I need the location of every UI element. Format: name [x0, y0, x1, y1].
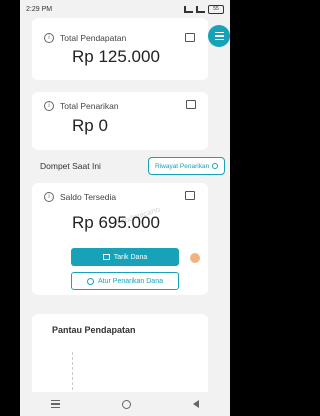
download-icon — [186, 100, 196, 109]
system-nav-bar — [20, 392, 230, 416]
total-penarikan-label-row: i Total Penarikan — [44, 101, 119, 111]
info-icon[interactable]: i — [44, 33, 54, 43]
signal-icon — [184, 5, 193, 13]
tarik-dana-button[interactable]: Tarik Dana — [71, 248, 179, 266]
recent-apps-icon[interactable] — [51, 400, 60, 408]
info-icon[interactable]: i — [44, 101, 54, 111]
history-icon — [212, 163, 219, 169]
cash-icon — [102, 254, 110, 260]
app-screen: 2:29 PM 55 i Total Pendapatan Rp 125.000… — [20, 0, 230, 416]
battery-icon: 55 — [208, 4, 224, 14]
wallet-icon — [185, 33, 195, 42]
gear-icon — [87, 277, 94, 285]
saldo-label: Saldo Tersedia — [60, 192, 117, 202]
riwayat-penarikan-button[interactable]: Riwayat Penarikan — [148, 157, 226, 175]
total-pendapatan-label-row: i Total Pendapatan — [44, 33, 126, 43]
status-icons: 55 — [184, 4, 224, 14]
total-pendapatan-amount: Rp 125.000 — [72, 47, 160, 66]
status-time: 2:29 PM — [26, 5, 53, 13]
tarik-dana-label: Tarik Dana — [113, 253, 148, 261]
floating-edge-handle[interactable] — [190, 253, 200, 263]
riwayat-penarikan-label: Riwayat Penarikan — [155, 162, 210, 170]
status-bar: 2:29 PM 55 — [20, 0, 230, 18]
wifi-icon — [196, 5, 205, 13]
menu-icon-bar — [214, 35, 224, 37]
back-icon[interactable] — [193, 400, 199, 408]
saldo-label-row: i Saldo Tersedia — [44, 192, 116, 202]
dompet-section-title: Dompet Saat Ini — [40, 161, 101, 171]
wallet-icon — [185, 191, 195, 200]
info-icon[interactable]: i — [44, 192, 54, 202]
total-penarikan-amount: Rp 0 — [72, 116, 108, 135]
atur-penarikan-label: Atur Penarikan Dana — [98, 277, 163, 285]
total-pendapatan-label: Total Pendapatan — [60, 33, 127, 43]
menu-icon-bar — [214, 38, 224, 40]
total-penarikan-label: Total Penarikan — [60, 101, 119, 111]
pantau-pendapatan-title: Pantau Pendapatan — [52, 325, 136, 335]
home-icon[interactable] — [122, 399, 131, 409]
atur-penarikan-button[interactable]: Atur Penarikan Dana — [71, 272, 179, 290]
menu-fab-button[interactable] — [208, 25, 230, 47]
menu-icon-bar — [214, 32, 224, 34]
